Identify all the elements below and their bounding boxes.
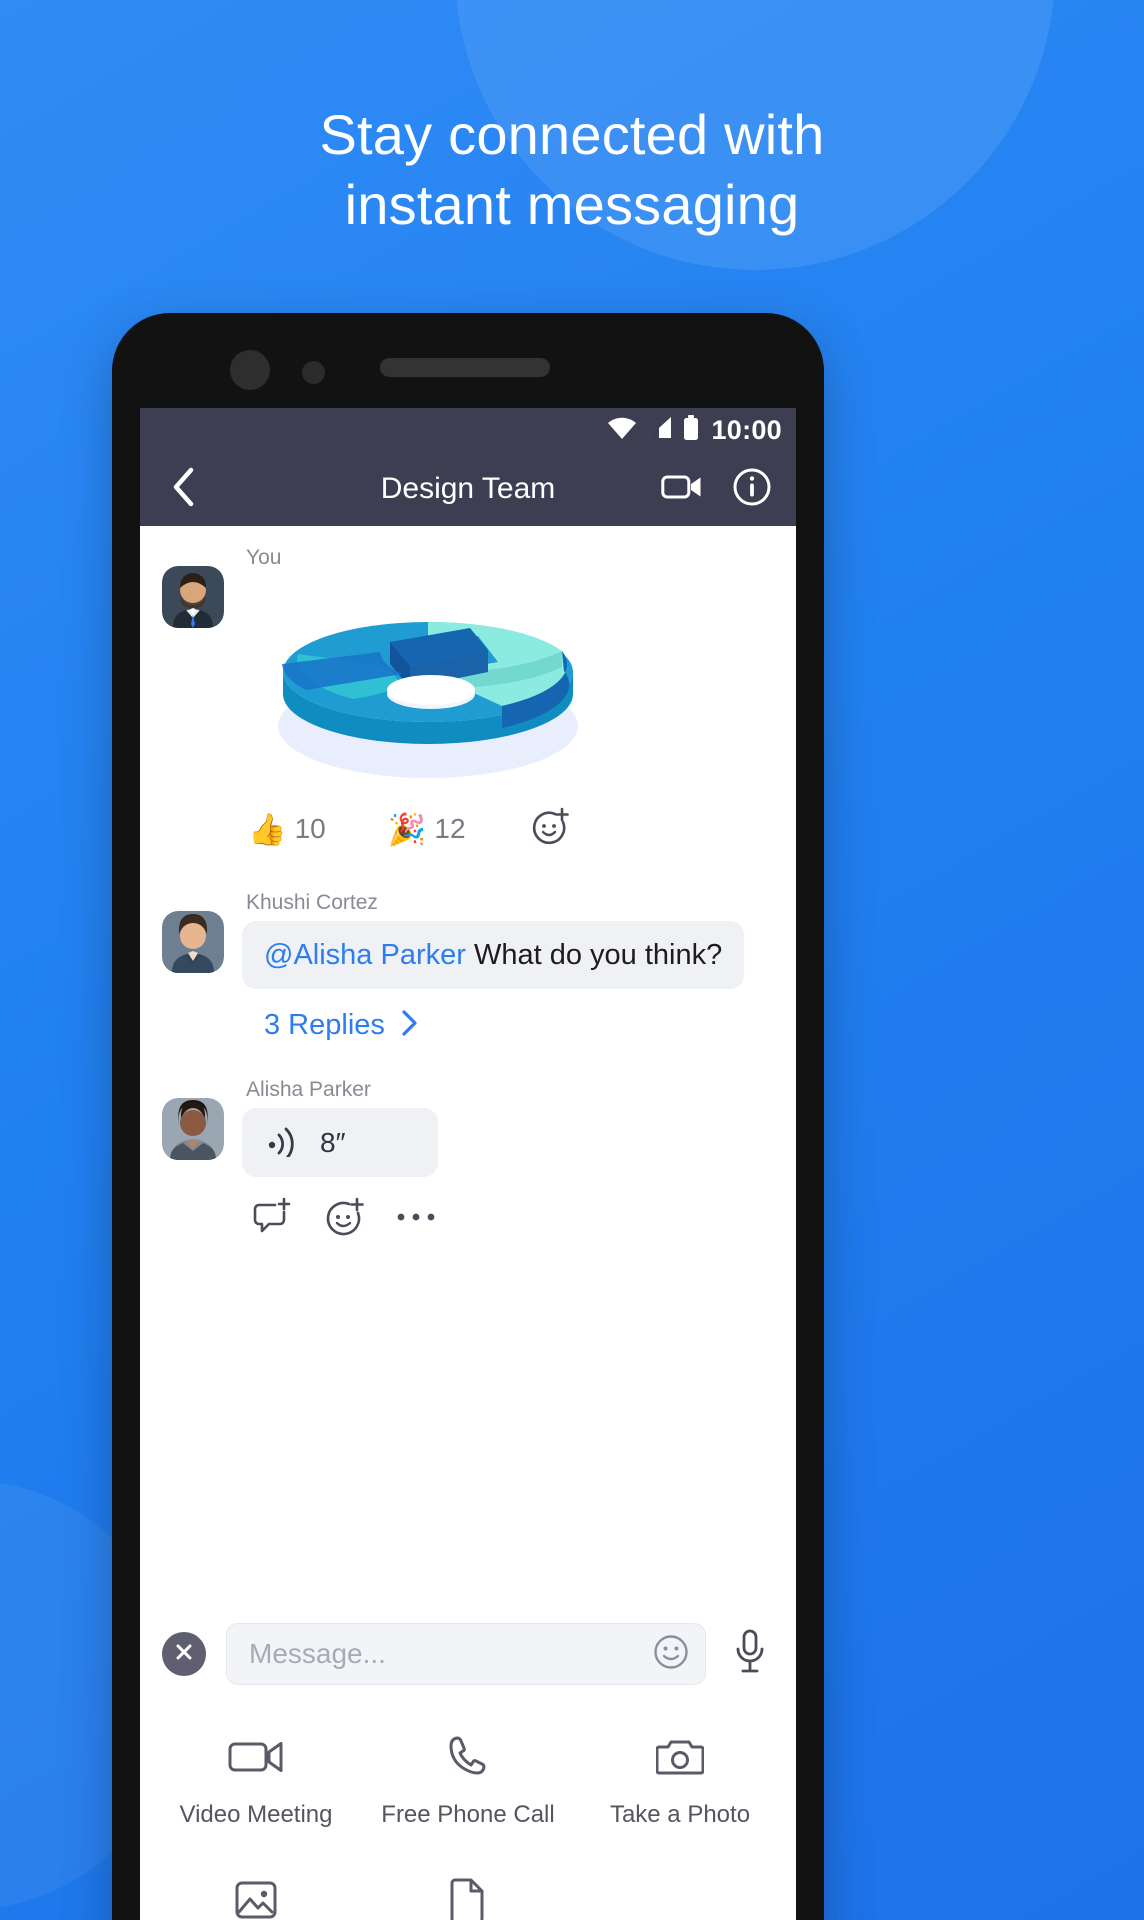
video-camera-icon: [228, 1733, 284, 1779]
reaction-count: 12: [434, 813, 466, 844]
message-content: Alisha Parker 8″: [224, 1078, 774, 1245]
wifi-icon: [607, 416, 637, 445]
message-item: Alisha Parker 8″: [140, 1078, 796, 1245]
message-item: You 👍 10 🎉 12: [140, 546, 796, 851]
phone-bezel-top: [112, 313, 824, 408]
add-reaction-button[interactable]: [528, 807, 572, 851]
voice-duration: 8″: [320, 1126, 346, 1158]
action-label: Take a Photo: [609, 1801, 751, 1828]
header-actions: [660, 467, 774, 511]
more-options-button[interactable]: [390, 1193, 442, 1245]
chat-body: You 👍 10 🎉 12 Khushi Cortez @Alisha Park…: [140, 526, 796, 1920]
more-options-icon: [395, 1210, 437, 1229]
microphone-button[interactable]: [726, 1629, 774, 1680]
message-text: What do you think?: [465, 939, 723, 971]
photo-album-icon: [234, 1877, 278, 1920]
add-reaction-button[interactable]: [318, 1193, 370, 1245]
sensor-dot-icon: [302, 361, 325, 384]
file-icon: [450, 1877, 486, 1920]
battery-icon: [683, 414, 699, 446]
reaction-count: 10: [294, 813, 326, 844]
quick-action-grid: Video Meeting Free Phone Call Take a Pho…: [140, 1705, 796, 1920]
reaction-bar: 👍 10 🎉 12: [242, 807, 774, 851]
add-reaction-icon: [530, 807, 570, 852]
message-sender: You: [246, 546, 282, 569]
action-label: Free Phone Call: [381, 1801, 555, 1828]
action-free-phone-call[interactable]: Free Phone Call: [362, 1733, 574, 1829]
message-action-bar: [242, 1193, 774, 1245]
action-photo-album[interactable]: Photo Album: [150, 1877, 362, 1920]
party-popper-icon: 🎉: [387, 811, 427, 847]
chat-header: Design Team: [140, 452, 796, 526]
message-item: Khushi Cortez @Alisha Parker What do you…: [140, 891, 796, 990]
status-bar-time: 10:00: [711, 414, 782, 445]
front-camera-icon: [230, 350, 270, 390]
add-reaction-icon: [323, 1196, 365, 1243]
headline-line-1: Stay connected with: [319, 103, 825, 166]
camera-icon: [656, 1733, 704, 1779]
action-video-meeting[interactable]: Video Meeting: [150, 1733, 362, 1829]
avatar[interactable]: [162, 911, 224, 973]
microphone-icon: [734, 1629, 766, 1680]
reply-button[interactable]: [246, 1193, 298, 1245]
video-camera-icon: [661, 472, 703, 507]
donut-chart-image[interactable]: [238, 576, 618, 791]
close-button[interactable]: [162, 1632, 206, 1676]
info-circle-icon: [732, 467, 772, 512]
promo-headline: Stay connected with instant messaging: [0, 100, 1144, 240]
phone-screen: 10:00 Design Team You 👍 10 🎉 12 Khushi C…: [140, 408, 796, 1920]
message-content: Khushi Cortez @Alisha Parker What do you…: [224, 891, 774, 990]
avatar[interactable]: [162, 1098, 224, 1161]
thread-replies-link[interactable]: 3 Replies: [140, 1009, 796, 1042]
voice-message-bubble[interactable]: 8″: [242, 1108, 438, 1178]
party-popper-reaction[interactable]: 🎉 12: [388, 813, 466, 845]
thumbs-up-reaction[interactable]: 👍 10: [248, 813, 326, 845]
message-sender: Khushi Cortez: [246, 891, 378, 914]
action-take-a-photo[interactable]: Take a Photo: [574, 1733, 786, 1829]
phone-icon: [446, 1733, 490, 1779]
message-input-bar: Message...: [140, 1601, 796, 1705]
search-input[interactable]: Message...: [226, 1623, 706, 1685]
action-send-a-file[interactable]: Send a File: [362, 1877, 574, 1920]
thread-replies-label: 3 Replies: [264, 1009, 385, 1042]
reply-icon: [251, 1196, 293, 1243]
message-bubble[interactable]: @Alisha Parker What do you think?: [242, 921, 745, 990]
action-label: Video Meeting: [179, 1801, 333, 1828]
status-bar: 10:00: [140, 408, 796, 452]
headline-line-2: instant messaging: [344, 173, 800, 236]
video-call-button[interactable]: [660, 467, 704, 511]
chevron-right-icon: [401, 1009, 419, 1042]
mention-link[interactable]: @Alisha Parker: [264, 939, 466, 971]
message-input-placeholder: Message...: [249, 1638, 386, 1669]
message-sender: Alisha Parker: [246, 1078, 371, 1102]
phone-mockup: 10:00 Design Team You 👍 10 🎉 12 Khushi C…: [112, 313, 824, 1920]
message-content: You 👍 10 🎉 12: [224, 546, 774, 851]
avatar[interactable]: [162, 566, 224, 628]
message-list: You 👍 10 🎉 12 Khushi Cortez @Alisha Park…: [140, 526, 796, 1251]
emoji-smiley-icon[interactable]: [651, 1632, 691, 1677]
cellular-signal-icon: [646, 416, 674, 445]
thumbs-up-icon: 👍: [248, 811, 287, 847]
back-button[interactable]: [162, 467, 204, 512]
audio-wave-icon: [264, 1123, 300, 1162]
chevron-left-icon: [171, 467, 195, 512]
chat-info-button[interactable]: [730, 467, 774, 511]
close-icon: [173, 1641, 195, 1668]
earpiece-speaker: [380, 358, 550, 377]
